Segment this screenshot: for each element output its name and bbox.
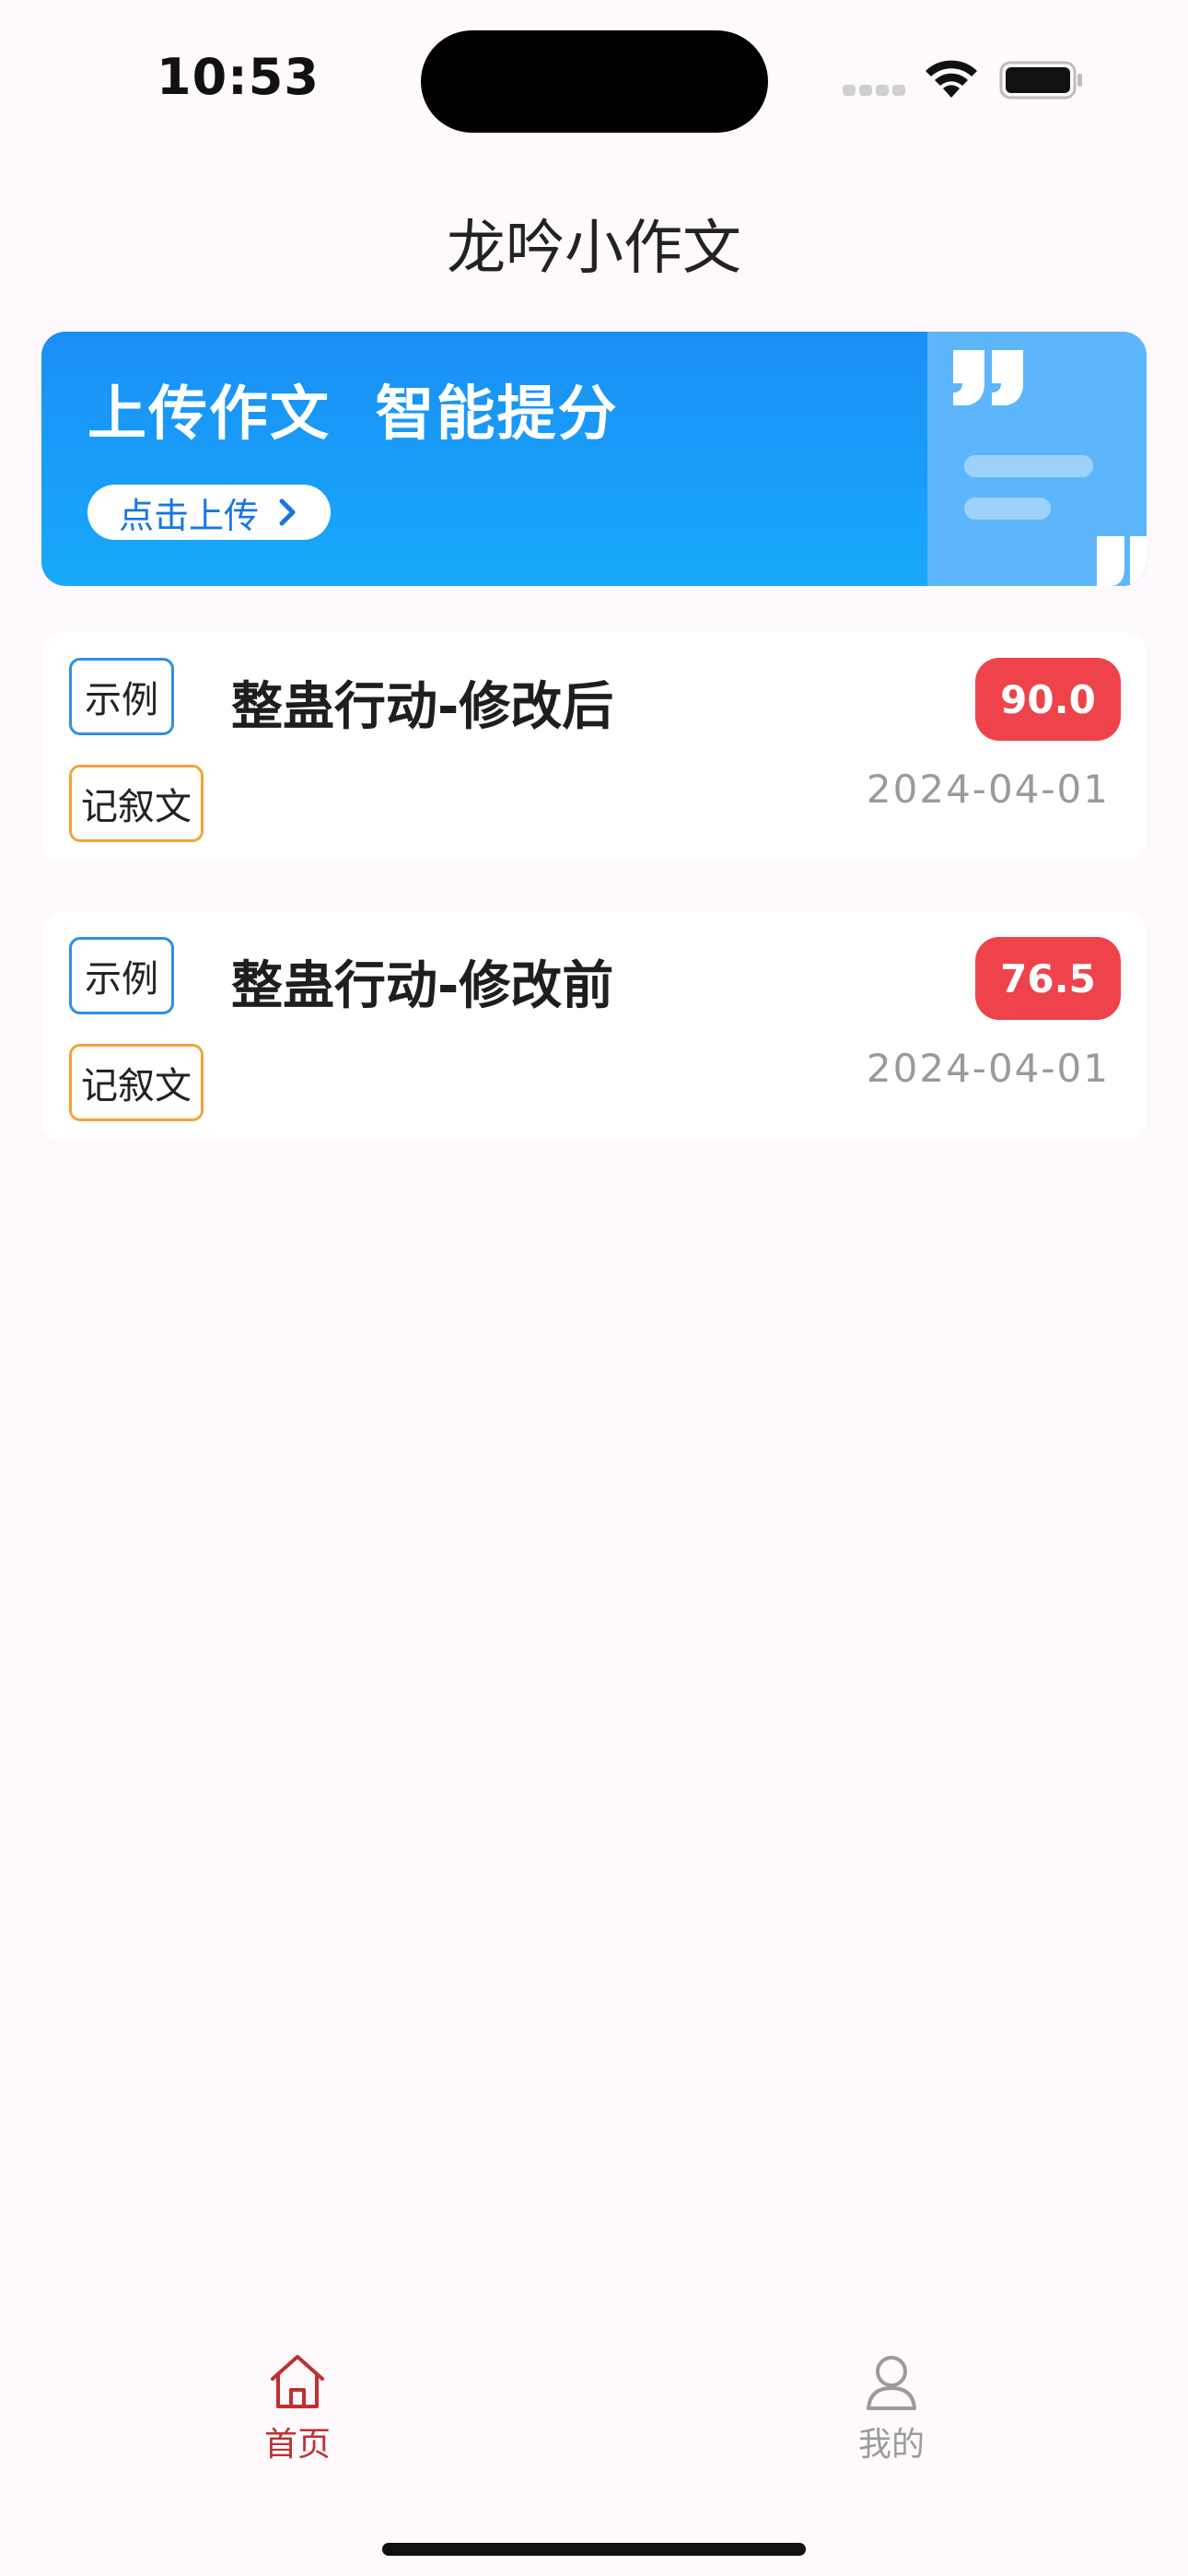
- dynamic-island: [421, 30, 768, 133]
- cellular-signal-icon: [843, 85, 907, 96]
- essay-date: 2024-04-01: [866, 767, 1110, 812]
- status-bar: 10:53: [0, 0, 1188, 157]
- tab-home-label: 首页: [263, 2426, 331, 2464]
- genre-tag: 记叙文: [69, 765, 204, 842]
- status-time: 10:53: [157, 48, 320, 106]
- tab-me[interactable]: 我的: [799, 2349, 984, 2465]
- user-icon: [867, 2356, 916, 2410]
- banner-decoration: [927, 332, 1147, 586]
- score-badge: 76.5: [975, 937, 1121, 1020]
- example-tag: 示例: [69, 658, 174, 735]
- upload-banner[interactable]: 上传作文 智能提分 点击上传: [41, 332, 1147, 586]
- quote-icon: [953, 350, 1147, 586]
- home-indicator[interactable]: [382, 2543, 806, 2556]
- page-title: 龙吟小作文: [447, 215, 741, 283]
- essay-card[interactable]: 示例 记叙文 整蛊行动-修改后 90.0 2024-04-01: [41, 632, 1147, 862]
- example-tag: 示例: [69, 937, 174, 1014]
- score-badge: 90.0: [975, 658, 1121, 741]
- upload-button[interactable]: 点击上传: [87, 485, 331, 540]
- essay-title: 整蛊行动-修改后: [231, 677, 614, 737]
- chevron-right-icon: [279, 498, 296, 526]
- essay-date: 2024-04-01: [866, 1046, 1110, 1091]
- tab-bar: 首页 我的: [0, 2322, 1188, 2576]
- tab-home[interactable]: 首页: [205, 2349, 390, 2465]
- tab-me-label: 我的: [857, 2426, 925, 2464]
- upload-button-label: 点击上传: [118, 495, 259, 536]
- battery-icon: [999, 61, 1082, 100]
- essay-title: 整蛊行动-修改前: [231, 956, 614, 1016]
- banner-title: 上传作文 智能提分: [87, 381, 619, 449]
- genre-tag: 记叙文: [69, 1044, 204, 1121]
- home-icon: [271, 2355, 324, 2408]
- essay-card[interactable]: 示例 记叙文 整蛊行动-修改前 76.5 2024-04-01: [41, 911, 1147, 1142]
- wifi-icon: [926, 60, 977, 98]
